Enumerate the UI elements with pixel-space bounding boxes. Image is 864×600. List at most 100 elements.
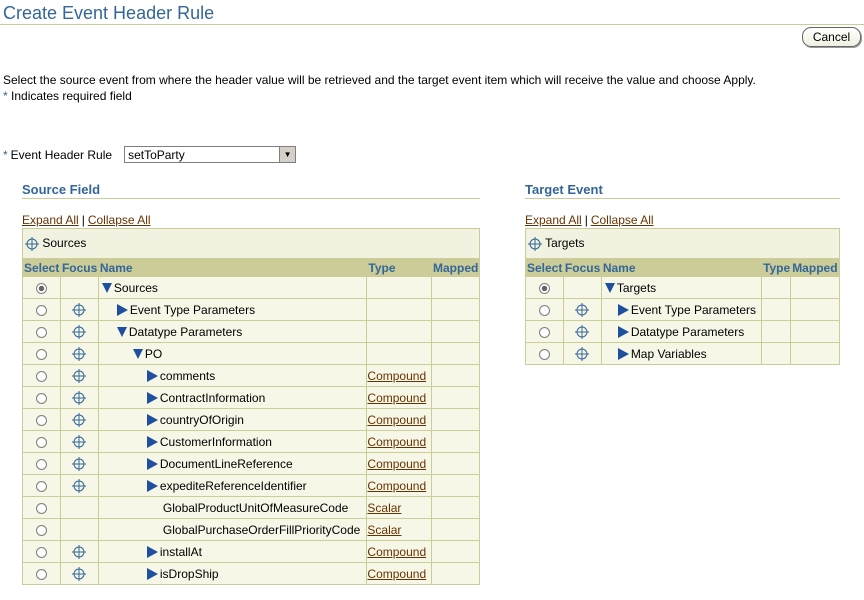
- expand-triangle-icon[interactable]: [146, 370, 158, 383]
- select-radio[interactable]: [35, 480, 47, 492]
- col-type: Type: [761, 258, 792, 277]
- focus-cell: [562, 342, 602, 365]
- select-radio[interactable]: [35, 436, 47, 448]
- tree-node-label: installAt: [159, 544, 202, 559]
- crosshair-focus-icon[interactable]: [528, 236, 542, 251]
- crosshair-focus-icon[interactable]: [72, 478, 87, 493]
- select-radio[interactable]: [538, 326, 550, 338]
- select-radio[interactable]: [35, 304, 47, 316]
- select-radio[interactable]: [35, 282, 47, 294]
- type-link[interactable]: Compound: [367, 457, 426, 471]
- select-radio[interactable]: [35, 414, 47, 426]
- target-expand-all-link[interactable]: Expand All: [525, 213, 582, 227]
- event-header-rule-select[interactable]: setToParty ▼: [124, 146, 297, 163]
- table-row: ContractInformation Compound: [22, 386, 480, 409]
- tree-node-label: comments: [159, 368, 216, 383]
- table-row: comments Compound: [22, 364, 480, 387]
- cancel-button[interactable]: Cancel: [802, 27, 861, 47]
- crosshair-focus-icon[interactable]: [575, 324, 590, 339]
- select-radio[interactable]: [35, 502, 47, 514]
- mapped-cell: [431, 562, 480, 585]
- target-collapse-all-link[interactable]: Collapse All: [591, 213, 654, 227]
- type-link[interactable]: Scalar: [367, 523, 401, 537]
- source-expand-links: Expand All | Collapse All: [22, 213, 151, 227]
- crosshair-focus-icon[interactable]: [72, 368, 87, 383]
- target-event-divider: [525, 198, 840, 199]
- type-link[interactable]: Compound: [367, 545, 426, 559]
- type-link[interactable]: Compound: [367, 413, 426, 427]
- focus-cell: [59, 430, 99, 453]
- expand-triangle-icon[interactable]: [146, 414, 158, 427]
- table-row: DocumentLineReference Compound: [22, 452, 480, 475]
- tree-node-label: Targets: [616, 280, 657, 295]
- expand-triangle-icon[interactable]: [146, 392, 158, 405]
- expand-triangle-icon[interactable]: [146, 568, 158, 581]
- instructions-text: Select the source event from where the h…: [3, 73, 756, 87]
- type-cell: Scalar: [366, 518, 433, 541]
- crosshair-focus-icon[interactable]: [72, 302, 87, 317]
- select-cell: [22, 540, 61, 563]
- type-link[interactable]: Scalar: [367, 501, 401, 515]
- crosshair-focus-icon[interactable]: [72, 324, 87, 339]
- expand-triangle-icon[interactable]: [617, 348, 629, 361]
- select-radio[interactable]: [538, 304, 550, 316]
- select-radio[interactable]: [35, 370, 47, 382]
- type-cell: Scalar: [366, 496, 433, 519]
- name-cell: ContractInformation: [97, 386, 368, 409]
- select-cell: [22, 518, 61, 541]
- type-link[interactable]: Compound: [367, 567, 426, 581]
- collapse-triangle-icon[interactable]: [604, 283, 615, 294]
- select-cell: [22, 320, 61, 343]
- select-radio[interactable]: [35, 348, 47, 360]
- crosshair-focus-icon[interactable]: [72, 456, 87, 471]
- select-radio[interactable]: [35, 546, 47, 558]
- collapse-triangle-icon[interactable]: [132, 349, 143, 360]
- crosshair-focus-icon[interactable]: [72, 390, 87, 405]
- mapped-cell: [431, 518, 480, 541]
- source-root-label: Sources: [42, 236, 87, 251]
- source-collapse-all-link[interactable]: Collapse All: [88, 213, 151, 227]
- col-focus: Focus: [562, 258, 602, 277]
- collapse-triangle-icon[interactable]: [101, 283, 112, 294]
- crosshair-focus-icon[interactable]: [575, 346, 590, 361]
- type-link[interactable]: Compound: [367, 435, 426, 449]
- dropdown-arrow-icon[interactable]: ▼: [279, 147, 296, 162]
- select-radio[interactable]: [35, 524, 47, 536]
- expand-triangle-icon[interactable]: [146, 480, 158, 493]
- mapped-cell: [431, 386, 480, 409]
- expand-triangle-icon[interactable]: [116, 304, 128, 317]
- expand-triangle-icon[interactable]: [617, 304, 629, 317]
- table-row: Datatype Parameters: [525, 320, 840, 343]
- expand-triangle-icon[interactable]: [146, 458, 158, 471]
- crosshair-focus-icon[interactable]: [72, 434, 87, 449]
- crosshair-focus-icon[interactable]: [72, 544, 87, 559]
- collapse-triangle-icon[interactable]: [116, 327, 127, 338]
- type-cell: Compound: [366, 364, 433, 387]
- select-radio[interactable]: [538, 282, 550, 294]
- type-link[interactable]: Compound: [367, 479, 426, 493]
- select-radio[interactable]: [538, 348, 550, 360]
- crosshair-focus-icon[interactable]: [25, 236, 39, 251]
- title-divider: [0, 24, 864, 25]
- crosshair-focus-icon[interactable]: [575, 302, 590, 317]
- select-radio[interactable]: [35, 392, 47, 404]
- focus-cell: [59, 452, 99, 475]
- select-radio[interactable]: [35, 326, 47, 338]
- crosshair-focus-icon[interactable]: [72, 566, 87, 581]
- col-focus: Focus: [59, 258, 99, 277]
- type-cell: [761, 342, 792, 365]
- crosshair-focus-icon[interactable]: [72, 412, 87, 427]
- expand-triangle-icon[interactable]: [146, 436, 158, 449]
- expand-triangle-icon[interactable]: [617, 326, 629, 339]
- crosshair-focus-icon[interactable]: [72, 346, 87, 361]
- focus-cell: [562, 276, 602, 299]
- required-note-text: Indicates required field: [11, 89, 132, 103]
- expand-triangle-icon[interactable]: [146, 546, 158, 559]
- name-cell: Event Type Parameters: [97, 298, 368, 321]
- type-link[interactable]: Compound: [367, 391, 426, 405]
- select-radio[interactable]: [35, 458, 47, 470]
- col-select: Select: [22, 258, 61, 277]
- type-link[interactable]: Compound: [367, 369, 426, 383]
- select-radio[interactable]: [35, 568, 47, 580]
- source-expand-all-link[interactable]: Expand All: [22, 213, 79, 227]
